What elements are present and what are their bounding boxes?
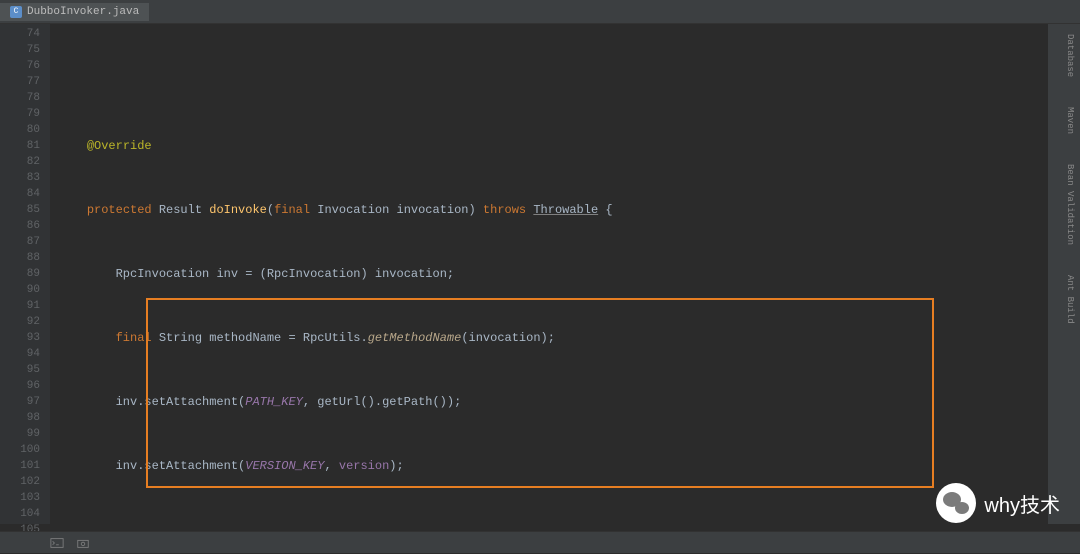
line-number[interactable]: 96 — [0, 378, 40, 394]
right-tool-panel: Database Maven Bean Validation Ant Build — [1060, 24, 1080, 524]
vertical-scrollbar[interactable] — [1048, 24, 1060, 524]
status-bar — [0, 531, 1080, 553]
line-number[interactable]: 81 — [0, 138, 40, 154]
gutter[interactable]: 7475767778798081828384858687888990919293… — [0, 24, 50, 524]
line-number[interactable]: 91 — [0, 298, 40, 314]
code-line: inv.setAttachment(VERSION_KEY, version); — [50, 458, 1080, 474]
line-number[interactable]: 82 — [0, 154, 40, 170]
line-number[interactable]: 78 — [0, 90, 40, 106]
editor: 7475767778798081828384858687888990919293… — [0, 24, 1080, 524]
line-number[interactable]: 102 — [0, 474, 40, 490]
code-area[interactable]: @Override ▶ protected Result doInvoke(fi… — [50, 24, 1080, 524]
code-line — [50, 522, 1080, 524]
line-number[interactable]: 94 — [0, 346, 40, 362]
line-number[interactable]: 77 — [0, 74, 40, 90]
line-number[interactable]: 88 — [0, 250, 40, 266]
watermark: why技术 — [936, 483, 1060, 523]
line-number[interactable]: 75 — [0, 42, 40, 58]
line-number[interactable]: 100 — [0, 442, 40, 458]
code-line: ▶ protected Result doInvoke(final Invoca… — [50, 202, 1080, 218]
java-class-icon: C — [10, 6, 22, 18]
watermark-text: why技术 — [984, 489, 1060, 518]
line-number[interactable]: 98 — [0, 410, 40, 426]
database-tool[interactable]: Database — [1065, 34, 1075, 77]
line-number[interactable]: 93 — [0, 330, 40, 346]
line-number[interactable]: 89 — [0, 266, 40, 282]
camera-icon[interactable] — [76, 536, 90, 550]
ant-build-tool[interactable]: Ant Build — [1065, 275, 1075, 324]
code-line — [50, 74, 1080, 90]
editor-tab[interactable]: C DubboInvoker.java — [0, 3, 149, 21]
line-number[interactable]: 83 — [0, 170, 40, 186]
maven-tool[interactable]: Maven — [1065, 107, 1075, 134]
line-number[interactable]: 79 — [0, 106, 40, 122]
line-number[interactable]: 85 — [0, 202, 40, 218]
code-line: @Override — [50, 138, 1080, 154]
bean-validation-tool[interactable]: Bean Validation — [1065, 164, 1075, 245]
line-number[interactable]: 76 — [0, 58, 40, 74]
terminal-icon[interactable] — [50, 536, 64, 550]
code-line: RpcInvocation inv = (RpcInvocation) invo… — [50, 266, 1080, 282]
line-number[interactable]: 99 — [0, 426, 40, 442]
line-number[interactable]: 80 — [0, 122, 40, 138]
tab-filename: DubboInvoker.java — [27, 6, 139, 18]
line-number[interactable]: 92 — [0, 314, 40, 330]
line-number[interactable]: 101 — [0, 458, 40, 474]
line-number[interactable]: 103 — [0, 490, 40, 506]
line-number[interactable]: 97 — [0, 394, 40, 410]
line-number[interactable]: 95 — [0, 362, 40, 378]
line-number[interactable]: 87 — [0, 234, 40, 250]
code-line: inv.setAttachment(PATH_KEY, getUrl().get… — [50, 394, 1080, 410]
line-number[interactable]: 90 — [0, 282, 40, 298]
line-number[interactable]: 104 — [0, 506, 40, 522]
tab-bar: C DubboInvoker.java — [0, 0, 1080, 24]
wechat-icon — [936, 483, 976, 523]
line-number[interactable]: 86 — [0, 218, 40, 234]
code-line: final String methodName = RpcUtils.getMe… — [50, 330, 1080, 346]
line-number[interactable]: 84 — [0, 186, 40, 202]
line-number[interactable]: 74 — [0, 26, 40, 42]
